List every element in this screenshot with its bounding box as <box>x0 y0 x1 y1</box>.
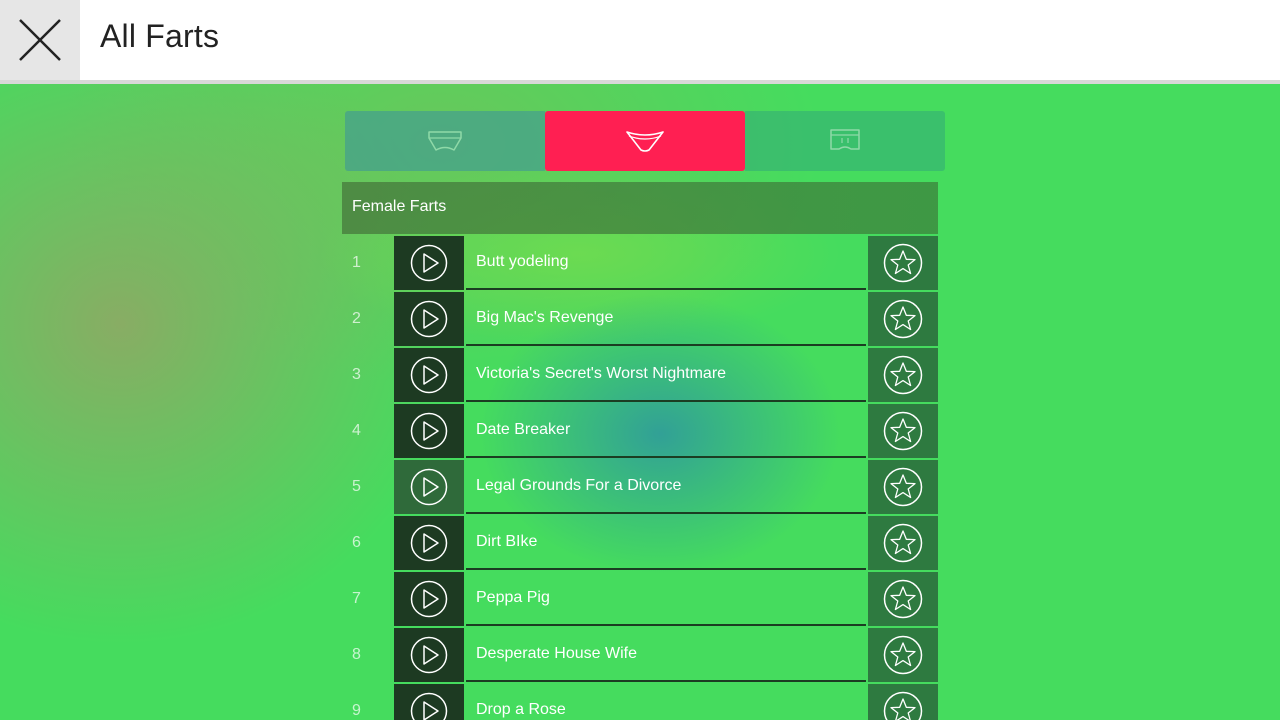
item-title[interactable]: Victoria's Secret's Worst Nightmare <box>466 348 866 402</box>
play-button[interactable] <box>394 348 464 402</box>
item-number: 6 <box>352 534 361 551</box>
item-number: 9 <box>352 702 361 719</box>
play-button[interactable] <box>394 236 464 290</box>
list-item: 9 Drop a Rose <box>342 684 938 720</box>
favorite-button[interactable] <box>868 572 938 626</box>
item-title-text: Peppa Pig <box>476 589 550 606</box>
item-title-text: Dirt BIke <box>476 533 538 550</box>
tab-female[interactable] <box>545 111 745 171</box>
play-icon <box>410 244 448 282</box>
play-icon <box>410 300 448 338</box>
favorite-button[interactable] <box>868 684 938 720</box>
favorite-button[interactable] <box>868 460 938 514</box>
item-number: 5 <box>352 478 361 495</box>
play-button[interactable] <box>394 404 464 458</box>
item-title[interactable]: Peppa Pig <box>466 572 866 626</box>
star-icon <box>883 523 923 563</box>
item-title-text: Big Mac's Revenge <box>476 309 614 326</box>
play-icon <box>410 692 448 720</box>
list-item: 7 Peppa Pig <box>342 572 938 628</box>
play-button[interactable] <box>394 684 464 720</box>
item-title[interactable]: Legal Grounds For a Divorce <box>466 460 866 514</box>
main-content: Female Farts 1 Butt yodeling 2 Big Mac's… <box>0 84 1280 720</box>
item-number: 8 <box>352 646 361 663</box>
item-title-text: Butt yodeling <box>476 253 569 270</box>
favorite-button[interactable] <box>868 348 938 402</box>
close-icon <box>19 19 61 61</box>
section-header: Female Farts <box>342 182 938 234</box>
item-number: 2 <box>352 310 361 327</box>
item-title[interactable]: Date Breaker <box>466 404 866 458</box>
star-icon <box>883 355 923 395</box>
female-underwear-icon <box>626 131 664 152</box>
tab-male[interactable] <box>345 111 545 171</box>
fart-list: 1 Butt yodeling 2 Big Mac's Revenge 3 Vi… <box>342 236 938 720</box>
item-title[interactable]: Dirt BIke <box>466 516 866 570</box>
play-icon <box>410 412 448 450</box>
play-button[interactable] <box>394 628 464 682</box>
app-header: All Farts <box>0 0 1280 84</box>
favorite-button[interactable] <box>868 404 938 458</box>
item-number: 7 <box>352 590 361 607</box>
star-icon <box>883 635 923 675</box>
list-item: 8 Desperate House Wife <box>342 628 938 684</box>
star-icon <box>883 411 923 451</box>
item-title-text: Legal Grounds For a Divorce <box>476 477 682 494</box>
play-button[interactable] <box>394 460 464 514</box>
male-underwear-icon <box>428 131 462 151</box>
play-icon <box>410 468 448 506</box>
item-number: 3 <box>352 366 361 383</box>
list-item: 1 Butt yodeling <box>342 236 938 292</box>
favorite-button[interactable] <box>868 292 938 346</box>
list-item: 2 Big Mac's Revenge <box>342 292 938 348</box>
stained-underwear-icon <box>830 129 860 150</box>
item-title-text: Victoria's Secret's Worst Nightmare <box>476 365 727 382</box>
list-item: 6 Dirt BIke <box>342 516 938 572</box>
play-button[interactable] <box>394 516 464 570</box>
page-title: All Farts <box>100 18 220 54</box>
item-title[interactable]: Drop a Rose <box>466 684 866 720</box>
favorite-button[interactable] <box>868 628 938 682</box>
list-item: 5 Legal Grounds For a Divorce <box>342 460 938 516</box>
item-title[interactable]: Desperate House Wife <box>466 628 866 682</box>
star-icon <box>883 579 923 619</box>
item-title-text: Desperate House Wife <box>476 645 637 662</box>
list-item: 3 Victoria's Secret's Worst Nightmare <box>342 348 938 404</box>
play-button[interactable] <box>394 572 464 626</box>
item-title[interactable]: Big Mac's Revenge <box>466 292 866 346</box>
item-number: 1 <box>352 254 361 271</box>
tab-other[interactable] <box>745 111 945 171</box>
play-button[interactable] <box>394 292 464 346</box>
play-icon <box>410 524 448 562</box>
item-title-text: Date Breaker <box>476 421 571 438</box>
star-icon <box>883 691 923 720</box>
play-icon <box>410 636 448 674</box>
item-number: 4 <box>352 422 361 439</box>
star-icon <box>883 243 923 283</box>
list-item: 4 Date Breaker <box>342 404 938 460</box>
play-icon <box>410 356 448 394</box>
star-icon <box>883 467 923 507</box>
favorite-button[interactable] <box>868 516 938 570</box>
star-icon <box>883 299 923 339</box>
item-title-text: Drop a Rose <box>476 701 566 718</box>
gender-tabs <box>345 111 945 171</box>
section-title: Female Farts <box>352 198 447 215</box>
close-button[interactable] <box>0 0 80 80</box>
play-icon <box>410 580 448 618</box>
favorite-button[interactable] <box>868 236 938 290</box>
item-title[interactable]: Butt yodeling <box>466 236 866 290</box>
